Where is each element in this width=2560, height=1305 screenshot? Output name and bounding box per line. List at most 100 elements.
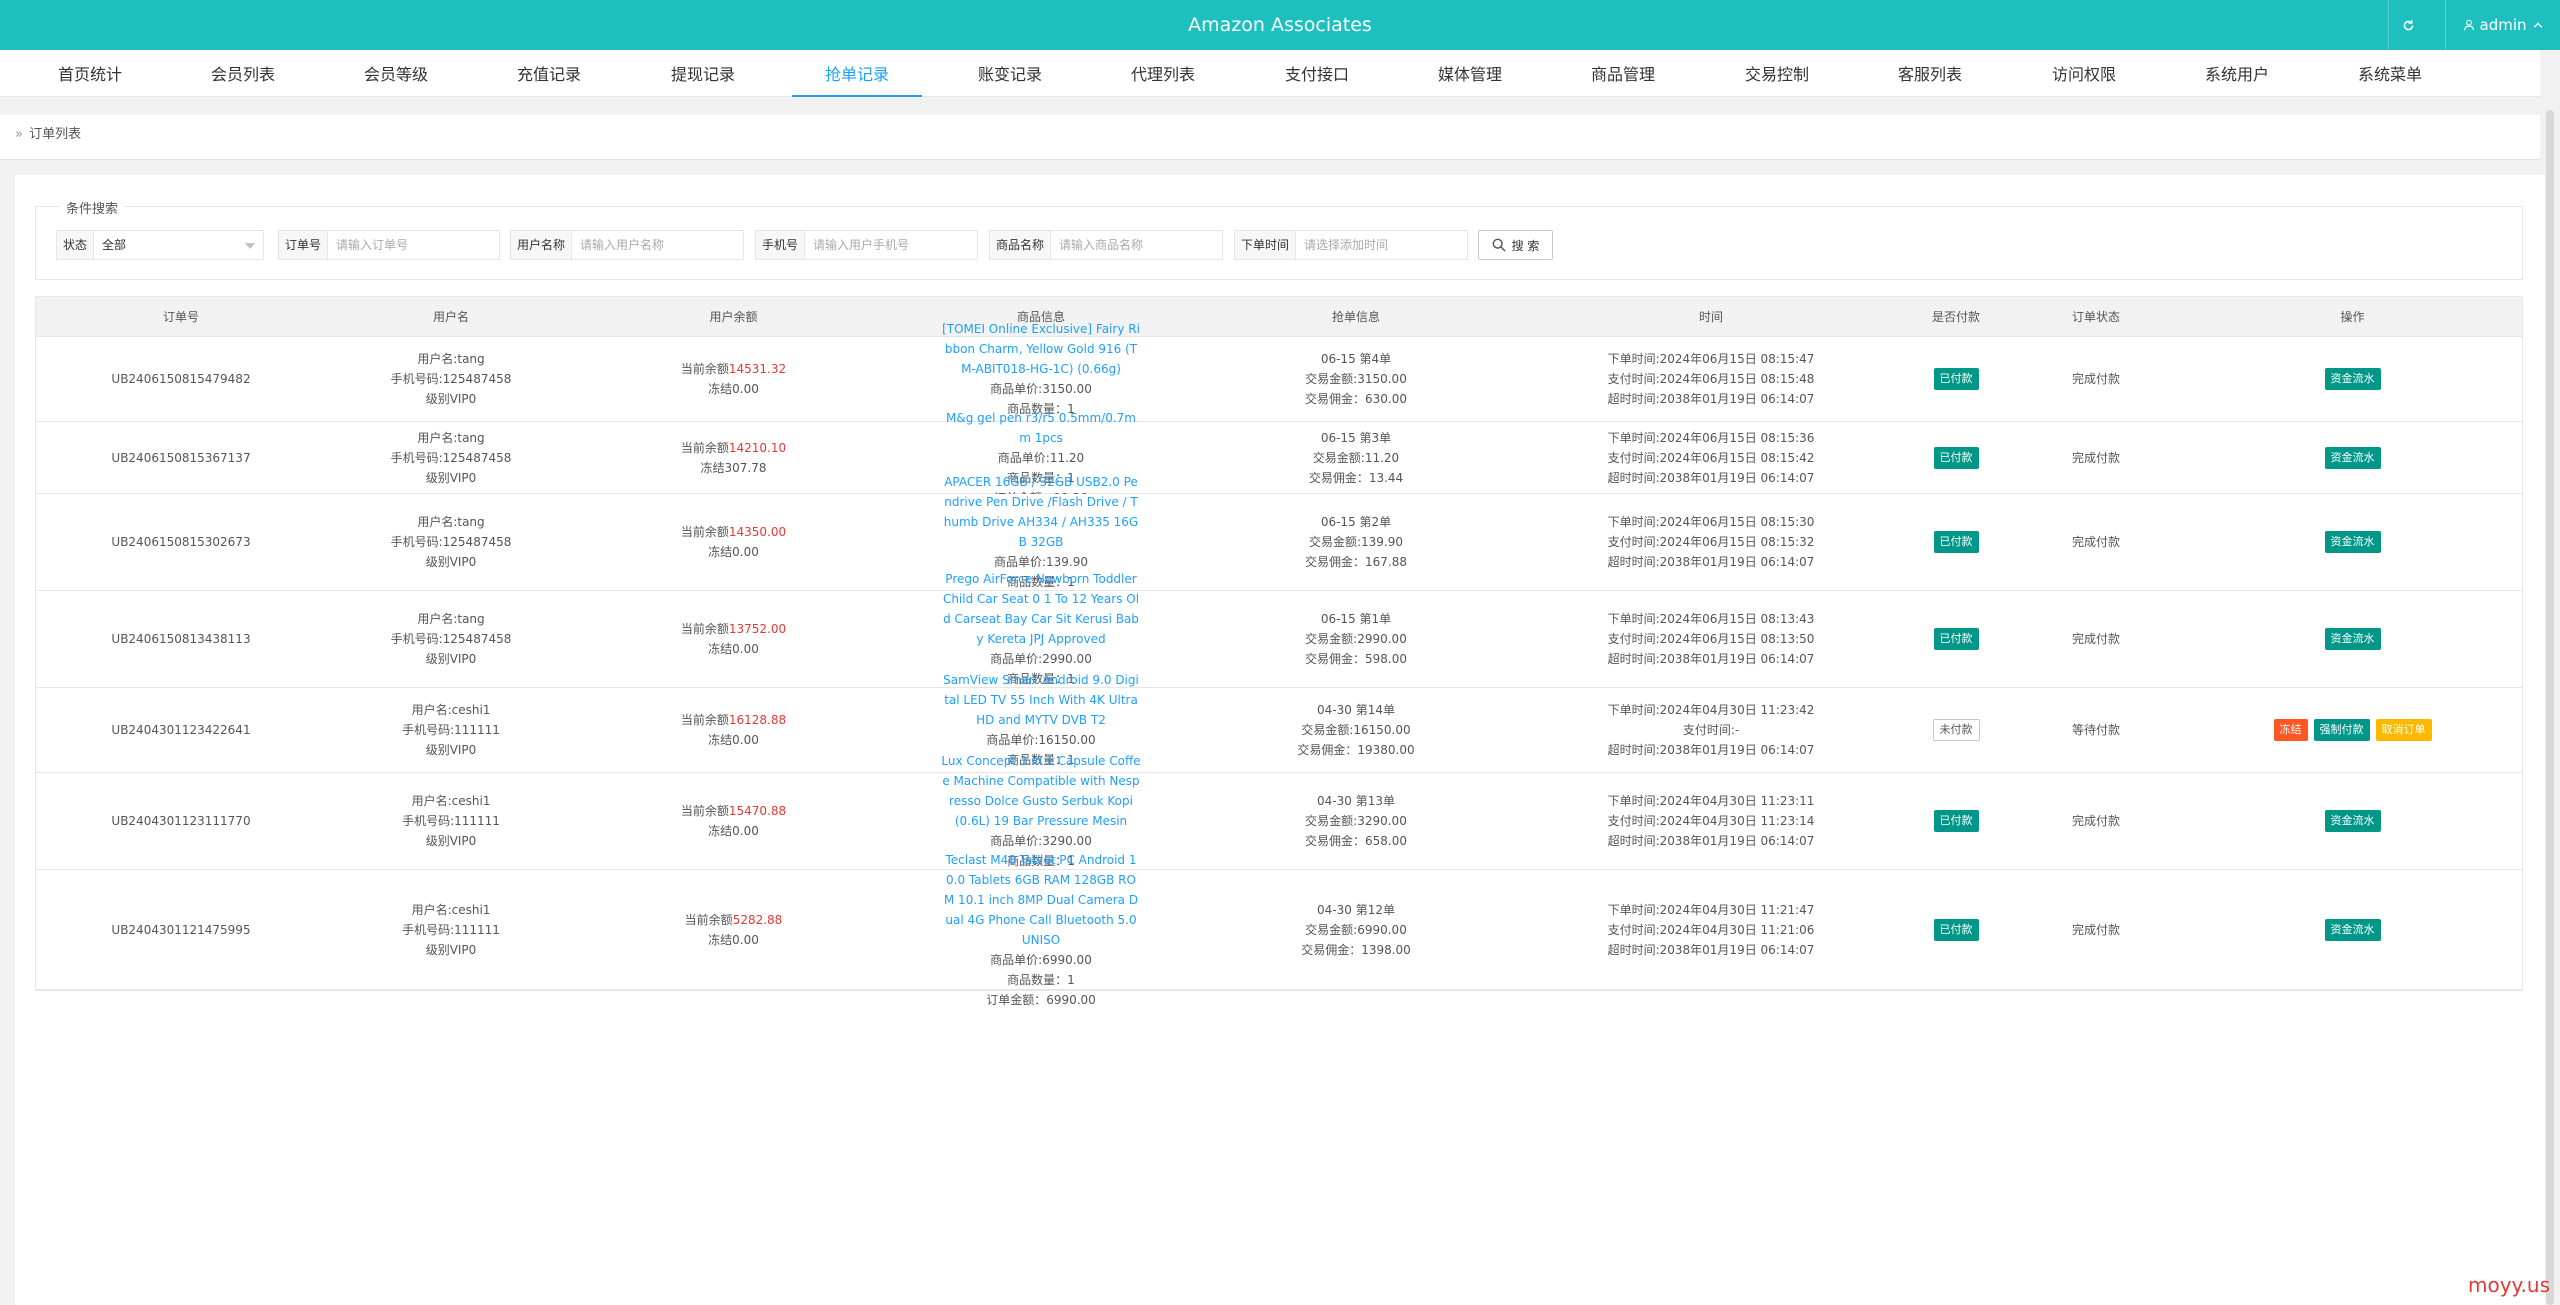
app-title: Amazon Associates (1188, 14, 1372, 36)
nav-item[interactable]: 系统菜单 (2331, 50, 2449, 97)
nav-item[interactable]: 客服列表 (1871, 50, 1989, 97)
nav-item[interactable]: 支付接口 (1258, 50, 1376, 97)
product-name-field[interactable]: 商品名称 (989, 230, 1223, 260)
phone-input[interactable] (805, 231, 977, 259)
action-buttons: 资金流水 (2324, 628, 2381, 650)
fund-flow-button[interactable]: 资金流水 (2324, 531, 2381, 553)
user-info-line: 用户名:tang (417, 352, 485, 366)
fund-flow-button[interactable]: 资金流水 (2324, 628, 2381, 650)
nav-item[interactable]: 代理列表 (1104, 50, 1222, 97)
order-number-cell: UB2404301121475995 (36, 870, 326, 989)
nav-item[interactable]: 充值记录 (490, 50, 608, 97)
payment-status-badge: 已付款 (1933, 628, 1979, 650)
product-name-link[interactable]: [TOMEI Online Exclusive] Fairy Ribbon Ch… (941, 319, 1141, 379)
freeze-button[interactable]: 冻结 (2273, 719, 2308, 741)
refresh-button[interactable] (2388, 0, 2428, 50)
order-status: 完成付款 (2071, 632, 2120, 646)
paid-cell: 已付款 (1901, 422, 2011, 493)
nav-item[interactable]: 系统用户 (2178, 50, 2296, 97)
status-field[interactable]: 状态 全部 (56, 230, 264, 260)
grab-info-cell: 04-30 第13单 交易金额:3290.00 交易佣金：658.00 (1191, 773, 1521, 869)
user-info-line: 用户名:ceshi1 (411, 703, 491, 717)
nav-item[interactable]: 账变记录 (951, 50, 1069, 97)
order-status-cell: 等待付款 (2011, 688, 2181, 772)
grab-info-line: 交易佣金：598.00 (1305, 652, 1407, 666)
frozen-amount: 冻结0.00 (708, 932, 759, 947)
force-pay-button[interactable]: 强制付款 (2313, 719, 2370, 741)
status-select[interactable]: 全部 (94, 231, 263, 259)
nav-item[interactable]: 会员等级 (337, 50, 455, 97)
product-name-link[interactable]: Prego AirForce Newborn Toddler Child Car… (941, 569, 1141, 649)
time-line: 超时时间:2038年01月19日 06:14:07 (1607, 743, 1815, 757)
order-status-cell: 完成付款 (2011, 337, 2181, 421)
breadcrumb-separator: » (15, 127, 23, 142)
frozen-amount: 冻结0.00 (708, 382, 759, 396)
grab-info-line: 交易金额:139.90 (1308, 535, 1404, 549)
nav-item[interactable]: 访问权限 (2025, 50, 2143, 97)
product-name-link[interactable]: Teclast M40 Tablet PC Android 10.0 Table… (941, 850, 1141, 950)
product-info-line: 订单金额：6990.00 (986, 992, 1096, 1007)
grab-info-cell: 06-15 第1单 交易金额:2990.00 交易佣金：598.00 (1191, 591, 1521, 687)
fund-flow-button[interactable]: 资金流水 (2324, 810, 2381, 832)
order-number-cell: UB2406150813438113 (36, 591, 326, 687)
search-icon (1492, 238, 1506, 252)
actions-cell: 资金流水 (2181, 422, 2524, 493)
user-icon (2463, 19, 2474, 31)
column-header: 用户余额 (709, 310, 758, 324)
nav-item[interactable]: 首页统计 (31, 50, 149, 97)
balance-label: 当前余额 (684, 912, 733, 927)
paid-cell: 已付款 (1901, 591, 2011, 687)
order-no-input[interactable] (328, 231, 499, 259)
product-name-link[interactable]: Lux Concept 3 in 1 Capsule Coffee Machin… (941, 751, 1141, 831)
nav-item[interactable]: 抢单记录 (792, 50, 922, 97)
orders-table: 订单号 用户名 用户余额 商品信息 抢单信息 时间 是否付款 订单状态 操作 UB2406150… (35, 296, 2524, 1007)
order-number-cell: UB2406150815367137 (36, 422, 326, 493)
product-name-link[interactable]: M&g gel pen r3/r5 0.5mm/0.7mm 1pcs (941, 408, 1141, 448)
user-menu[interactable]: admin (2445, 0, 2560, 50)
user-info-line: 用户名:tang (417, 515, 485, 529)
fund-flow-button[interactable]: 资金流水 (2324, 918, 2381, 941)
time-line: 支付时间:2024年04月30日 11:21:06 (1607, 922, 1815, 937)
fund-flow-button[interactable]: 资金流水 (2324, 446, 2381, 469)
paid-cell: 已付款 (1901, 773, 2011, 869)
order-number-cell: UB2406150815479482 (36, 337, 326, 421)
nav-item[interactable]: 会员列表 (184, 50, 302, 97)
user-info-line: 级别VIP0 (425, 942, 477, 957)
product-name-link[interactable]: APACER 16GB / 32GB USB2.0 Pendrive Pen D… (941, 472, 1141, 552)
product-name-link[interactable]: SamView Smart Android 9.0 Digital LED TV… (941, 670, 1141, 730)
order-number: UB2406150815479482 (111, 372, 251, 386)
time-line: 支付时间:2024年06月15日 08:13:50 (1607, 632, 1815, 646)
order-number: UB2404301121475995 (111, 922, 251, 937)
username-input[interactable] (572, 231, 743, 259)
time-cell: 下单时间:2024年04月30日 11:23:42 支付时间:- 超时时间:2038… (1521, 688, 1901, 772)
cancel-order-button[interactable]: 取消订单 (2375, 719, 2432, 741)
product-info-line: 商品单价:11.20 (997, 450, 1085, 465)
order-time-field[interactable]: 下单时间 (1234, 230, 1468, 260)
username-field[interactable]: 用户名称 (510, 230, 744, 260)
balance-label: 当前余额 (680, 440, 729, 455)
scrollbar-thumb[interactable] (2546, 110, 2554, 1305)
order-time-input[interactable] (1296, 231, 1467, 259)
frozen-amount: 冻结0.00 (708, 733, 759, 747)
table-row: UB2406150815479482 用户名:tang 手机号码:125487458… (36, 322, 2522, 436)
fund-flow-button[interactable]: 资金流水 (2324, 368, 2381, 390)
search-button[interactable]: 搜 索 (1478, 230, 1553, 260)
nav-item[interactable]: 商品管理 (1564, 50, 1682, 97)
product-name-input[interactable] (1051, 231, 1222, 259)
nav-item[interactable]: 交易控制 (1718, 50, 1836, 97)
order-no-field[interactable]: 订单号 (278, 230, 500, 260)
grab-info-line: 交易佣金：167.88 (1305, 555, 1407, 569)
column-header: 抢单信息 (1331, 310, 1380, 324)
balance-cell: 当前余额16128.88 冻结0.00 (576, 688, 891, 772)
phone-field[interactable]: 手机号 (755, 230, 978, 260)
breadcrumb-current[interactable]: 订单列表 (29, 127, 81, 142)
balance-cell: 当前余额14350.00 冻结0.00 (576, 494, 891, 590)
order-number: UB2404301123422641 (111, 723, 251, 737)
column-header: 用户名 (432, 310, 469, 324)
balance-label: 当前余额 (680, 713, 729, 727)
user-info-line: 用户名:ceshi1 (411, 794, 491, 808)
user-info-line: 用户名:tang (417, 430, 485, 445)
nav-item[interactable]: 媒体管理 (1411, 50, 1529, 97)
nav-item[interactable]: 提现记录 (644, 50, 762, 97)
action-buttons: 冻结 强制付款 取消订单 (2273, 719, 2432, 741)
